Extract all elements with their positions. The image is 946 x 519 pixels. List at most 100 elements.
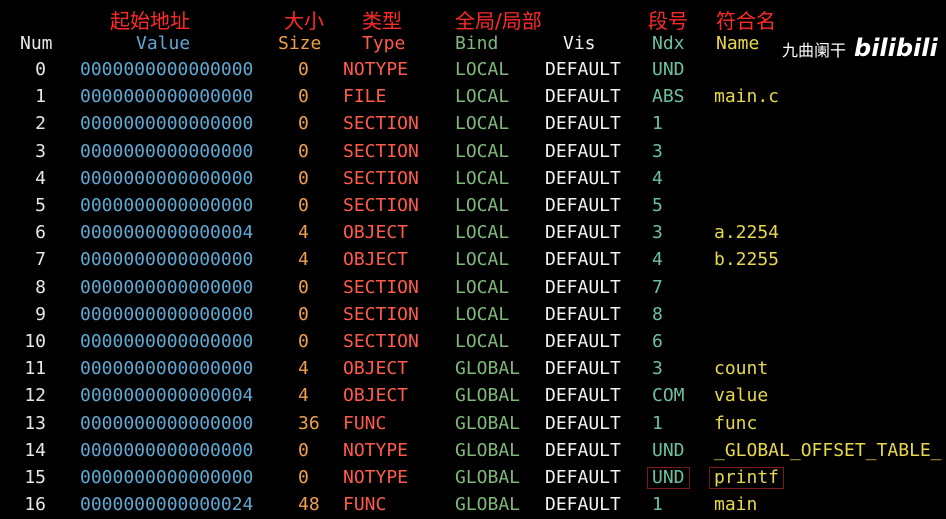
- cell-value: 0000000000000004: [80, 222, 254, 244]
- cell-vis: DEFAULT: [545, 467, 621, 488]
- cell-ndx: 3: [652, 140, 663, 162]
- cell-type: OBJECT: [343, 249, 409, 271]
- cell-name: main.c: [714, 86, 780, 108]
- cell-type: SECTION: [343, 140, 419, 162]
- cell-size: 36: [298, 412, 320, 434]
- cell-name: main: [714, 494, 758, 516]
- cell-bind: LOCAL: [455, 167, 510, 189]
- cell-size: 4: [298, 222, 309, 244]
- cell-bind: GLOBAL: [455, 358, 521, 380]
- cell-vis: DEFAULT: [545, 222, 621, 244]
- cell-size: 0: [298, 303, 309, 325]
- cell-num: 8: [35, 276, 46, 298]
- cell-type: SECTION: [343, 303, 419, 325]
- header-vis: Vis: [563, 33, 596, 54]
- cell-bind: LOCAL: [455, 249, 510, 271]
- cell-size: 0: [298, 86, 309, 108]
- cell-type: NOTYPE: [343, 467, 409, 488]
- cell-bind: LOCAL: [455, 331, 510, 352]
- cell-num: 1: [35, 86, 46, 108]
- cell-size: 0: [298, 331, 309, 352]
- annotation-value: 起始地址: [110, 9, 190, 33]
- cell-bind: GLOBAL: [455, 467, 521, 488]
- cell-value: 0000000000000000: [80, 331, 254, 352]
- cell-value: 0000000000000024: [80, 494, 254, 516]
- cell-name: printf: [709, 467, 785, 489]
- cell-value: 0000000000000000: [80, 358, 254, 380]
- cell-num: 6: [35, 222, 46, 244]
- cell-type: SECTION: [343, 167, 419, 189]
- watermark-text: 九曲阑干: [782, 41, 847, 60]
- cell-size: 0: [298, 113, 309, 135]
- cell-num: 5: [35, 195, 46, 216]
- cell-bind: LOCAL: [455, 303, 510, 325]
- cell-vis: DEFAULT: [545, 494, 621, 516]
- cell-vis: DEFAULT: [545, 412, 621, 434]
- cell-name: func: [714, 412, 758, 434]
- cell-vis: DEFAULT: [545, 59, 621, 80]
- cell-ndx: 7: [652, 276, 663, 298]
- cell-size: 4: [298, 249, 309, 271]
- cell-value: 0000000000000000: [80, 59, 254, 80]
- cell-type: OBJECT: [343, 385, 409, 407]
- cell-name: value: [714, 385, 769, 407]
- cell-bind: GLOBAL: [455, 412, 521, 434]
- annotation-bind: 全局/局部: [455, 9, 542, 33]
- cell-type: OBJECT: [343, 222, 409, 244]
- cell-type: OBJECT: [343, 358, 409, 380]
- header-ndx: Ndx: [652, 33, 685, 54]
- cell-value: 0000000000000000: [80, 249, 254, 271]
- cell-vis: DEFAULT: [545, 113, 621, 135]
- annotation-ndx: 段号: [648, 9, 688, 33]
- cell-value: 0000000000000000: [80, 439, 254, 461]
- cell-bind: LOCAL: [455, 113, 510, 135]
- cell-vis: DEFAULT: [545, 303, 621, 325]
- cell-vis: DEFAULT: [545, 167, 621, 189]
- bilibili-logo: bilibili: [854, 34, 938, 62]
- cell-num: 9: [35, 303, 46, 325]
- cell-bind: GLOBAL: [455, 439, 521, 461]
- cell-size: 4: [298, 358, 309, 380]
- cell-value: 0000000000000000: [80, 412, 254, 434]
- cell-num: 13: [24, 412, 46, 434]
- cell-ndx: 1: [652, 113, 663, 135]
- header-num: Num: [20, 33, 53, 54]
- cell-vis: DEFAULT: [545, 385, 621, 407]
- cell-value: 0000000000000000: [80, 113, 254, 135]
- header-size: Size: [278, 33, 322, 54]
- cell-vis: DEFAULT: [545, 276, 621, 298]
- cell-value: 0000000000000000: [80, 86, 254, 108]
- cell-num: 10: [24, 331, 46, 352]
- cell-ndx: 1: [652, 412, 663, 434]
- cell-bind: LOCAL: [455, 86, 510, 108]
- cell-ndx: 4: [652, 167, 663, 189]
- cell-vis: DEFAULT: [545, 358, 621, 380]
- cell-vis: DEFAULT: [545, 331, 621, 352]
- cell-num: 14: [24, 439, 46, 461]
- header-type: Type: [362, 33, 406, 54]
- cell-value: 0000000000000000: [80, 140, 254, 162]
- cell-ndx: UND: [652, 439, 685, 461]
- cell-size: 4: [298, 385, 309, 407]
- cell-num: 4: [35, 167, 46, 189]
- cell-name: b.2255: [714, 249, 780, 271]
- cell-type: SECTION: [343, 195, 419, 216]
- cell-ndx: UND: [647, 467, 690, 489]
- cell-bind: LOCAL: [455, 59, 510, 80]
- cell-ndx: UND: [652, 59, 685, 80]
- cell-vis: DEFAULT: [545, 195, 621, 216]
- header-value: Value: [136, 33, 191, 54]
- cell-vis: DEFAULT: [545, 86, 621, 108]
- annotation-size: 大小: [284, 9, 324, 33]
- cell-size: 0: [298, 140, 309, 162]
- cell-ndx: COM: [652, 385, 685, 407]
- cell-size: 0: [298, 467, 309, 488]
- cell-ndx: 3: [652, 222, 663, 244]
- cell-type: FUNC: [343, 412, 387, 434]
- cell-name: a.2254: [714, 222, 780, 244]
- annotation-type: 类型: [362, 9, 402, 33]
- cell-ndx: 6: [652, 331, 663, 352]
- cell-name: count: [714, 358, 769, 380]
- cell-value: 0000000000000000: [80, 467, 254, 488]
- cell-type: FILE: [343, 86, 387, 108]
